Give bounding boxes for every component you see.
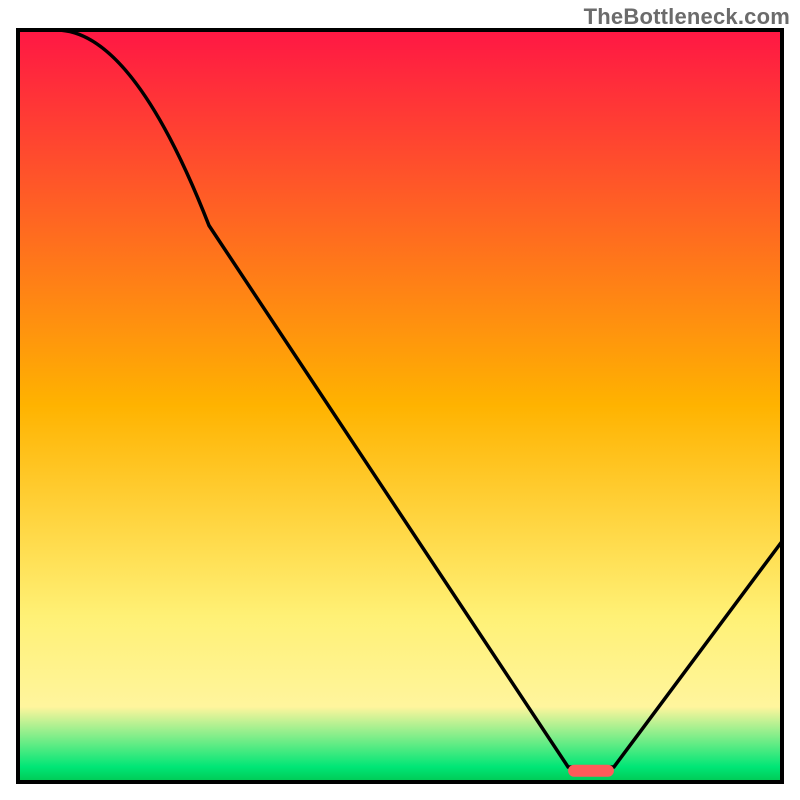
bottleneck-chart (0, 0, 800, 800)
watermark-text: TheBottleneck.com (584, 4, 790, 30)
plot-background (18, 30, 782, 782)
optimal-marker (568, 765, 614, 777)
